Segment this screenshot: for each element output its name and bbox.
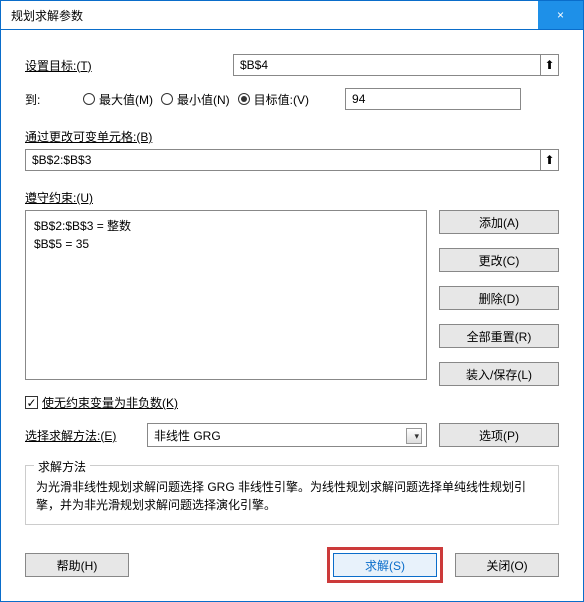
changing-label: 通过更改可变单元格:(B) bbox=[25, 130, 152, 144]
list-item[interactable]: $B$5 = 35 bbox=[34, 235, 418, 253]
list-item[interactable]: $B$2:$B$3 = 整数 bbox=[34, 217, 418, 235]
nonneg-label: 使无约束变量为非负数(K) bbox=[42, 394, 178, 411]
solve-button[interactable]: 求解(S) bbox=[333, 553, 437, 577]
constraints-listbox[interactable]: $B$2:$B$3 = 整数 $B$5 = 35 bbox=[25, 210, 427, 380]
method-select[interactable]: 非线性 GRG ▾ bbox=[147, 423, 427, 447]
radio-max[interactable]: 最大值(M) bbox=[83, 91, 153, 108]
help-legend: 求解方法 bbox=[34, 458, 90, 475]
nonneg-checkbox[interactable]: ✓ bbox=[25, 396, 38, 409]
reset-all-button[interactable]: 全部重置(R) bbox=[439, 324, 559, 348]
delete-constraint-button[interactable]: 删除(D) bbox=[439, 286, 559, 310]
help-fieldset: 求解方法 为光滑非线性规划求解问题选择 GRG 非线性引擎。为线性规划求解问题选… bbox=[25, 465, 559, 525]
collapse-icon: ⬆ bbox=[544, 58, 554, 72]
changing-input[interactable] bbox=[25, 149, 541, 171]
help-button[interactable]: 帮助(H) bbox=[25, 553, 129, 577]
radio-icon bbox=[83, 93, 95, 105]
change-constraint-button[interactable]: 更改(C) bbox=[439, 248, 559, 272]
check-icon: ✓ bbox=[26, 397, 36, 409]
target-value-input[interactable] bbox=[345, 88, 521, 110]
close-icon: × bbox=[557, 8, 564, 22]
method-value: 非线性 GRG bbox=[154, 427, 221, 444]
radio-icon bbox=[161, 93, 173, 105]
to-label: 到: bbox=[25, 91, 75, 108]
target-input[interactable] bbox=[233, 54, 541, 76]
close-dialog-button[interactable]: 关闭(O) bbox=[455, 553, 559, 577]
target-collapse-button[interactable]: ⬆ bbox=[541, 54, 559, 76]
options-button[interactable]: 选项(P) bbox=[439, 423, 559, 447]
help-text: 为光滑非线性规划求解问题选择 GRG 非线性引擎。为线性规划求解问题选择单纯线性… bbox=[36, 478, 548, 514]
method-label: 选择求解方法:(E) bbox=[25, 427, 139, 444]
chevron-down-icon: ▾ bbox=[414, 431, 419, 442]
solve-highlight: 求解(S) bbox=[327, 547, 443, 583]
load-save-button[interactable]: 装入/保存(L) bbox=[439, 362, 559, 386]
target-label: 设置目标:(T) bbox=[25, 57, 225, 74]
radio-min[interactable]: 最小值(N) bbox=[161, 91, 230, 108]
dialog-title: 规划求解参数 bbox=[11, 7, 83, 24]
radio-value-of[interactable]: 目标值:(V) bbox=[238, 91, 309, 108]
close-button[interactable]: × bbox=[538, 1, 583, 29]
constraints-label: 遵守约束:(U) bbox=[25, 191, 93, 205]
titlebar: 规划求解参数 × bbox=[1, 1, 583, 30]
changing-collapse-button[interactable]: ⬆ bbox=[541, 149, 559, 171]
add-constraint-button[interactable]: 添加(A) bbox=[439, 210, 559, 234]
radio-icon bbox=[238, 93, 250, 105]
collapse-icon: ⬆ bbox=[544, 153, 554, 167]
